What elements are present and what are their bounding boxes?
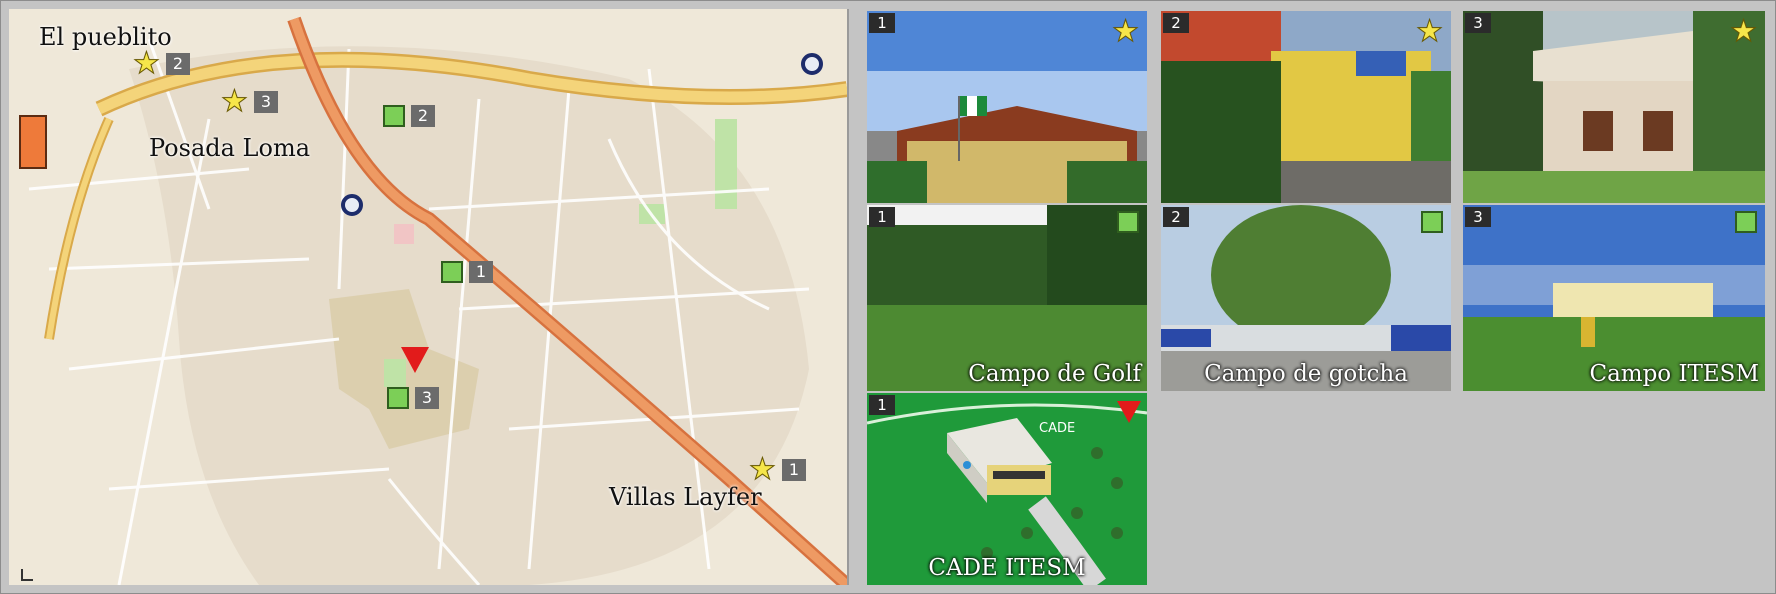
tile-caption: Campo ITESM [1589,361,1759,387]
star-icon: ★ [133,46,161,81]
poi-icon[interactable] [801,53,823,75]
triangle-icon [401,347,429,373]
star-icon: ★ [749,452,777,487]
star-icon: ★ [221,84,249,119]
cade-marker[interactable] [401,347,429,373]
map-inset-label: CADE [1039,421,1076,436]
app-frame: El pueblito Posada Loma Villas Layfer ★ … [0,0,1776,594]
tile-index: 2 [1163,207,1189,227]
photo-field-3[interactable]: 3 Campo ITESM [1463,205,1765,391]
marker-number: 3 [253,91,278,113]
photo-field-2[interactable]: 2 Campo de gotcha [1161,205,1451,391]
label-villas-layfer: Villas Layfer [609,483,762,511]
star-icon: ★ [1416,14,1444,49]
marker-number: 1 [469,261,493,283]
tile-index: 3 [1465,13,1491,33]
photo-field-1[interactable]: 1 Campo de Golf [867,205,1147,391]
tile-index: 1 [869,13,895,33]
hotel-marker-1[interactable]: ★ 1 [749,452,806,487]
photo-cade[interactable]: 1 CADE CADE ITESM [867,393,1147,585]
marker-number: 2 [411,105,435,127]
poi-icon[interactable] [341,194,363,216]
resize-corner-icon [21,569,33,581]
square-icon [441,261,463,283]
star-icon: ★ [1112,14,1140,49]
photo-image [1161,11,1451,203]
field-marker-3[interactable]: 3 [387,387,439,409]
star-icon: ★ [1730,14,1758,49]
marker-number: 2 [165,53,190,75]
photo-hotel-2[interactable]: 2 ★ [1161,11,1451,203]
tile-caption: Campo de gotcha [1204,361,1408,387]
tile-caption: CADE ITESM [928,555,1086,581]
square-icon [1735,211,1757,233]
tile-index: 3 [1465,207,1491,227]
triangle-icon [1117,401,1141,423]
field-marker-2[interactable]: 2 [383,105,435,127]
tile-index: 2 [1163,13,1189,33]
marker-number: 3 [415,387,439,409]
marker-number: 1 [781,459,806,481]
tile-index: 1 [869,395,895,415]
area-highlight[interactable] [19,115,47,169]
triangle-badge [1117,401,1141,423]
tile-caption: Campo de Golf [968,361,1141,387]
square-icon [1421,211,1443,233]
photo-hotel-3[interactable]: 3 ★ [1463,11,1765,203]
map-panel[interactable]: El pueblito Posada Loma Villas Layfer ★ … [9,9,849,585]
tile-index: 1 [869,207,895,227]
square-icon [387,387,409,409]
photo-image [1463,11,1765,203]
square-icon [383,105,405,127]
photo-image [867,11,1147,203]
hotel-marker-3[interactable]: ★ 3 [221,84,278,119]
field-marker-1[interactable]: 1 [441,261,493,283]
square-icon [1117,211,1139,233]
hotel-marker-2[interactable]: ★ 2 [133,46,190,81]
label-posada-loma: Posada Loma [149,134,311,162]
photo-hotel-1[interactable]: 1 ★ [867,11,1147,203]
